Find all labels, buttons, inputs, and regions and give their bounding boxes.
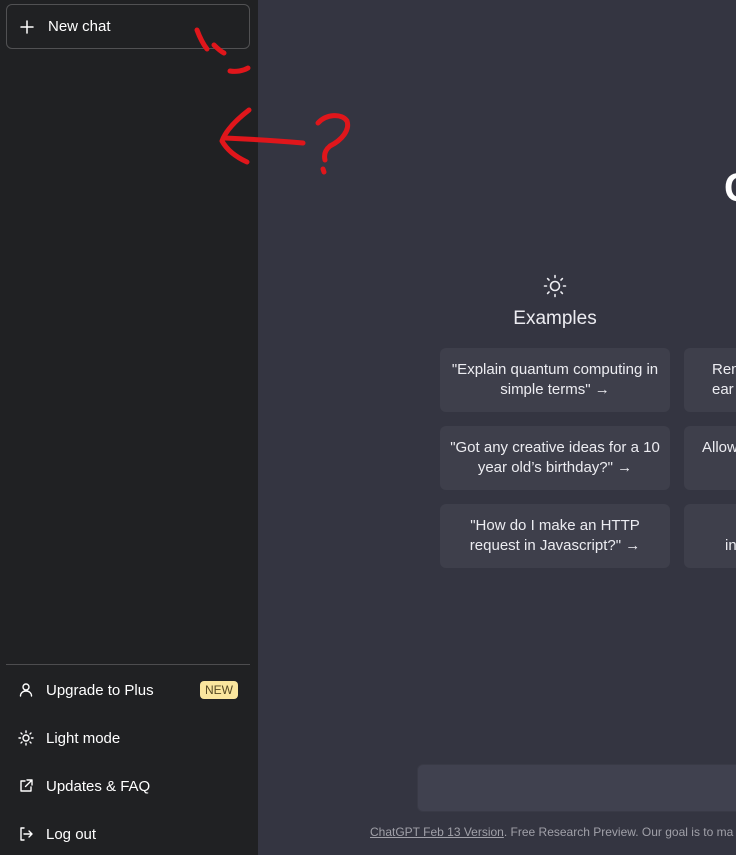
new-chat-button[interactable]: New chat	[6, 4, 250, 49]
updates-faq-link[interactable]: Updates & FAQ	[6, 764, 250, 808]
logout-icon	[18, 826, 34, 842]
sun-icon	[18, 730, 34, 746]
sidebar: New chat Upgrade to Plus NEW Light mode …	[0, 0, 258, 855]
plus-icon	[20, 19, 34, 34]
footer: ChatGPT Feb 13 Version. Free Research Pr…	[370, 825, 733, 839]
capability-card-text: Rem ear	[712, 361, 736, 398]
new-chat-label: New chat	[48, 18, 111, 35]
light-mode-label: Light mode	[46, 729, 121, 747]
example-card[interactable]: "Explain quantum computing in simple ter…	[440, 348, 670, 412]
message-input[interactable]	[417, 764, 736, 812]
new-badge: NEW	[200, 681, 238, 699]
log-out-label: Log out	[46, 825, 97, 843]
page-title: C	[724, 166, 736, 211]
example-card[interactable]: "Got any creative ideas for a 10 year ol…	[440, 426, 670, 490]
capability-card[interactable]: in	[684, 504, 736, 568]
external-link-icon	[18, 778, 34, 794]
light-mode-button[interactable]: Light mode	[6, 716, 250, 760]
capability-card-text: Allow	[702, 439, 736, 456]
version-link[interactable]: ChatGPT Feb 13 Version	[370, 825, 504, 839]
updates-faq-label: Updates & FAQ	[46, 777, 151, 795]
upgrade-label: Upgrade to Plus	[46, 681, 154, 699]
upgrade-to-plus-button[interactable]: Upgrade to Plus NEW	[6, 668, 250, 712]
capability-card[interactable]: Rem ear	[684, 348, 736, 412]
user-icon	[18, 682, 34, 698]
sun-icon	[543, 274, 567, 298]
sidebar-divider	[6, 664, 250, 665]
example-card[interactable]: "How do I make an HTTP request in Javasc…	[440, 504, 670, 568]
log-out-button[interactable]: Log out	[6, 812, 250, 855]
main-area: C Examples "Explain quantum computing in…	[258, 0, 736, 855]
capability-card[interactable]: Allow	[684, 426, 736, 490]
examples-heading: Examples	[513, 308, 597, 329]
footer-text: . Free Research Preview. Our goal is to …	[503, 825, 734, 839]
capability-card-text: in	[725, 537, 736, 554]
